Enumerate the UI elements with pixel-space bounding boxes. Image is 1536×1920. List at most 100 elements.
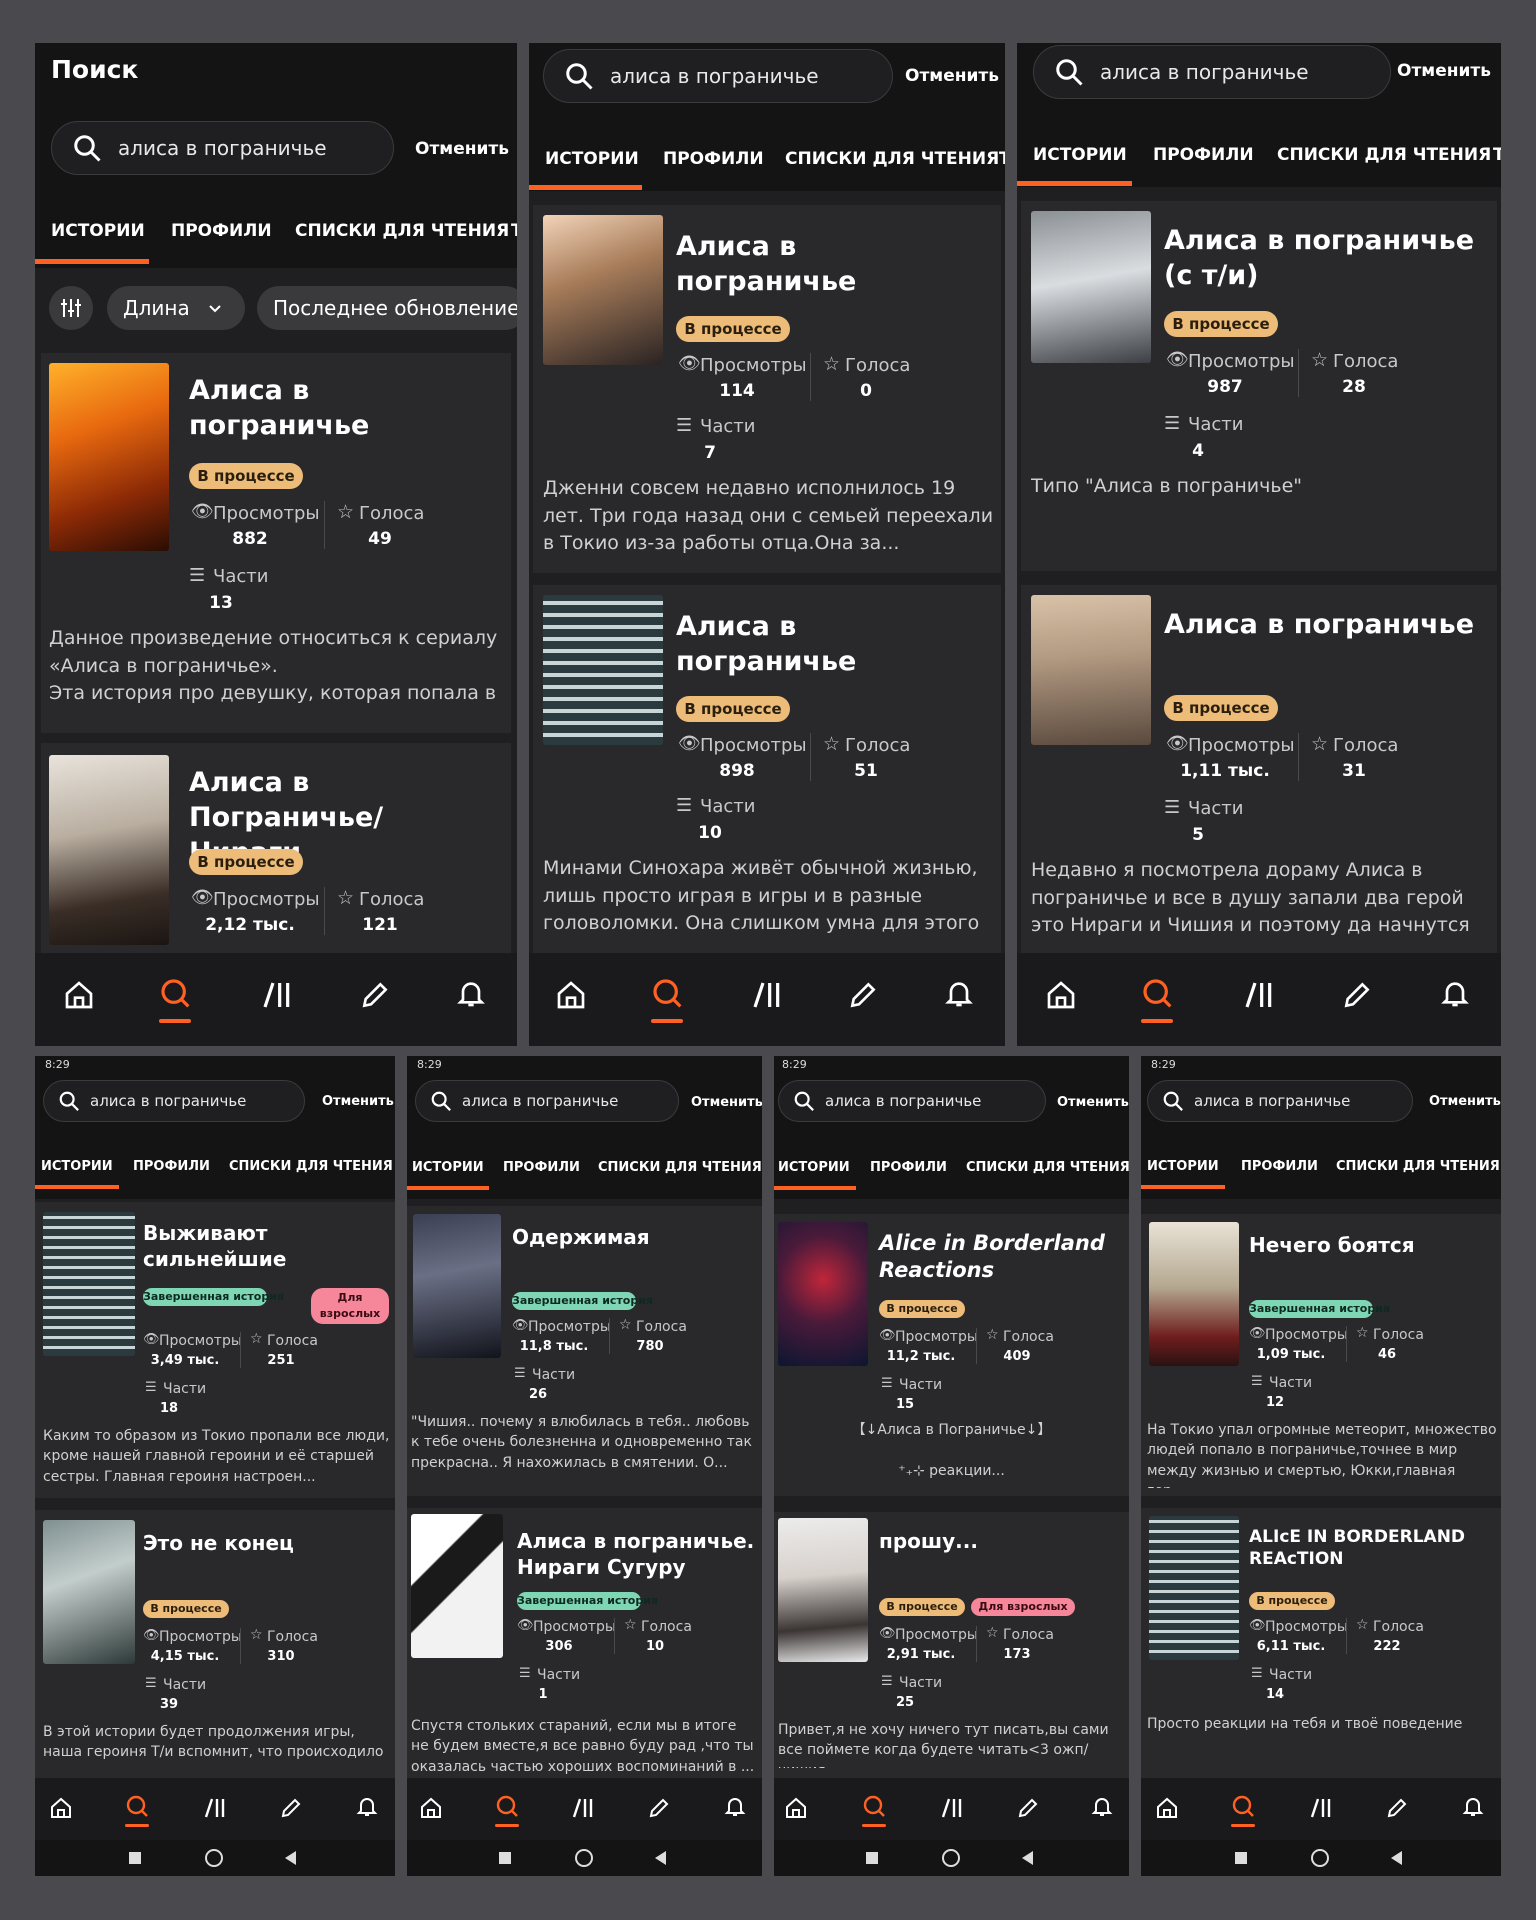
home-icon[interactable] — [784, 1796, 808, 1820]
bell-icon[interactable] — [943, 977, 975, 1009]
pencil-icon[interactable] — [1016, 1796, 1040, 1820]
story-card[interactable]: Алиса в пограничье В процессе 👁 Просмотр… — [533, 585, 1001, 965]
pencil-icon[interactable] — [847, 979, 879, 1011]
story-card[interactable]: Алиса в пограничье В процессе 👁 Просмотр… — [41, 353, 511, 733]
home-button[interactable] — [942, 1849, 960, 1867]
back-button[interactable] — [1022, 1851, 1033, 1865]
tab-profiles[interactable]: ПРОФИЛИ — [1241, 1159, 1318, 1174]
recents-button[interactable] — [499, 1852, 511, 1864]
back-button[interactable] — [285, 1851, 296, 1865]
story-card[interactable]: Алиса в пограничье В процессе 👁 Просмотр… — [533, 205, 1001, 573]
story-card[interactable]: Выживают сильнейшие Завершенная история … — [35, 1202, 395, 1498]
story-card[interactable]: Алиса в пограничье. Нираги Сугуру Заверш… — [407, 1508, 762, 1808]
tab-stories[interactable]: ИСТОРИИ — [545, 149, 639, 169]
search-icon[interactable] — [651, 977, 683, 1009]
tab-profiles[interactable]: ПРОФИЛИ — [171, 221, 272, 241]
tab-more[interactable]: Т — [1493, 145, 1501, 165]
home-button[interactable] — [575, 1849, 593, 1867]
tab-stories[interactable]: ИСТОРИИ — [778, 1160, 850, 1175]
pencil-icon[interactable] — [1341, 979, 1373, 1011]
tab-more[interactable]: Т — [511, 221, 517, 241]
story-card[interactable]: Нечего боятся Завершенная история 👁 Прос… — [1141, 1214, 1501, 1496]
story-card[interactable]: Алиса в пограничье В процессе 👁 Просмотр… — [1021, 585, 1497, 965]
search-icon[interactable] — [159, 977, 191, 1009]
tab-profiles[interactable]: ПРОФИЛИ — [503, 1160, 580, 1175]
tab-reading-lists[interactable]: СПИСКИ ДЛЯ ЧТЕНИЯ — [1336, 1159, 1500, 1174]
updated-filter[interactable]: Последнее обновление — [257, 286, 517, 330]
search-icon[interactable] — [1141, 977, 1173, 1009]
search-icon[interactable] — [1231, 1794, 1255, 1818]
home-icon[interactable] — [555, 979, 587, 1011]
tab-reading-lists[interactable]: СПИСКИ ДЛЯ ЧТЕНИЯ — [1277, 145, 1491, 165]
search-icon[interactable] — [125, 1794, 149, 1818]
length-filter[interactable]: Длина — [107, 286, 245, 330]
search-input[interactable]: алиса в пограничье — [43, 1080, 305, 1122]
recents-button[interactable] — [1235, 1852, 1247, 1864]
search-icon[interactable] — [495, 1794, 519, 1818]
story-card[interactable]: ALIcE IN BORDERLAND REAcTION В процессе … — [1141, 1508, 1501, 1808]
tab-stories[interactable]: ИСТОРИИ — [412, 1160, 484, 1175]
home-icon[interactable] — [49, 1796, 73, 1820]
pencil-icon[interactable] — [279, 1796, 303, 1820]
home-icon[interactable] — [419, 1796, 443, 1820]
bell-icon[interactable] — [455, 977, 487, 1009]
tab-stories[interactable]: ИСТОРИИ — [51, 221, 145, 241]
back-button[interactable] — [655, 1851, 666, 1865]
back-button[interactable] — [1391, 1851, 1402, 1865]
story-card[interactable]: Алиса в пограничье (с т/и) В процессе 👁 … — [1021, 201, 1497, 571]
story-card[interactable]: Одержимая Завершенная история 👁 Просмотр… — [407, 1206, 762, 1496]
tab-more[interactable]: Т — [999, 149, 1005, 169]
tab-stories[interactable]: ИСТОРИИ — [41, 1159, 113, 1174]
bell-icon[interactable] — [723, 1794, 747, 1818]
recents-button[interactable] — [866, 1852, 878, 1864]
tab-reading-lists[interactable]: СПИСКИ ДЛЯ ЧТЕНИЯ — [229, 1159, 393, 1174]
recents-button[interactable] — [129, 1852, 141, 1864]
filter-button[interactable] — [49, 286, 93, 330]
cancel-button[interactable]: Отменить — [1429, 1094, 1501, 1109]
library-icon[interactable] — [751, 979, 783, 1011]
library-icon[interactable] — [1243, 979, 1275, 1011]
search-input[interactable]: алиса в пограничье — [1033, 45, 1391, 99]
tab-profiles[interactable]: ПРОФИЛИ — [1153, 145, 1254, 165]
pencil-icon[interactable] — [1385, 1796, 1409, 1820]
bell-icon[interactable] — [1439, 977, 1471, 1009]
tab-reading-lists[interactable]: СПИСКИ ДЛЯ ЧТЕНИЯ — [598, 1160, 762, 1175]
home-icon[interactable] — [1045, 979, 1077, 1011]
story-card[interactable]: Это не конец В процессе 👁 Просмотры 4,15… — [35, 1510, 395, 1810]
cancel-button[interactable]: Отменить — [691, 1095, 762, 1110]
search-input[interactable]: алиса в пограничье — [51, 121, 394, 175]
tab-reading-lists[interactable]: СПИСКИ ДЛЯ ЧТЕНИЯ — [295, 221, 509, 241]
search-icon[interactable] — [862, 1794, 886, 1818]
bell-icon[interactable] — [1090, 1794, 1114, 1818]
tab-profiles[interactable]: ПРОФИЛИ — [870, 1160, 947, 1175]
cancel-button[interactable]: Отменить — [415, 139, 509, 159]
library-icon[interactable] — [261, 979, 293, 1011]
cancel-button[interactable]: Отменить — [1397, 61, 1491, 81]
story-card[interactable]: Alice in Borderland Reactions В процессе… — [774, 1214, 1129, 1496]
home-button[interactable] — [205, 1849, 223, 1867]
tab-profiles[interactable]: ПРОФИЛИ — [663, 149, 764, 169]
pencil-icon[interactable] — [647, 1796, 671, 1820]
library-icon[interactable] — [940, 1796, 964, 1820]
tab-profiles[interactable]: ПРОФИЛИ — [133, 1159, 210, 1174]
story-card[interactable]: прошу... В процессе Для взрослых 👁 Просм… — [774, 1512, 1129, 1812]
search-input[interactable]: алиса в пограничье — [415, 1080, 679, 1122]
tab-stories[interactable]: ИСТОРИИ — [1033, 145, 1127, 165]
bell-icon[interactable] — [1461, 1794, 1485, 1818]
home-icon[interactable] — [1155, 1796, 1179, 1820]
library-icon[interactable] — [203, 1796, 227, 1820]
library-icon[interactable] — [1309, 1796, 1333, 1820]
search-input[interactable]: алиса в пограничье — [778, 1080, 1046, 1122]
cancel-button[interactable]: Отменить — [905, 66, 999, 86]
home-button[interactable] — [1311, 1849, 1329, 1867]
tab-stories[interactable]: ИСТОРИИ — [1147, 1159, 1219, 1174]
bell-icon[interactable] — [355, 1794, 379, 1818]
search-input[interactable]: алиса в пограничье — [543, 49, 893, 103]
pencil-icon[interactable] — [359, 979, 391, 1011]
tab-reading-lists[interactable]: СПИСКИ ДЛЯ ЧТЕНИЯ — [966, 1160, 1129, 1175]
search-input[interactable]: алиса в пограничье — [1147, 1080, 1413, 1122]
cancel-button[interactable]: Отменить — [322, 1094, 394, 1109]
home-icon[interactable] — [63, 979, 95, 1011]
tab-reading-lists[interactable]: СПИСКИ ДЛЯ ЧТЕНИЯ — [785, 149, 999, 169]
story-card[interactable]: Алиса в Пограничье/ Нираги В процессе 👁 … — [41, 743, 511, 973]
